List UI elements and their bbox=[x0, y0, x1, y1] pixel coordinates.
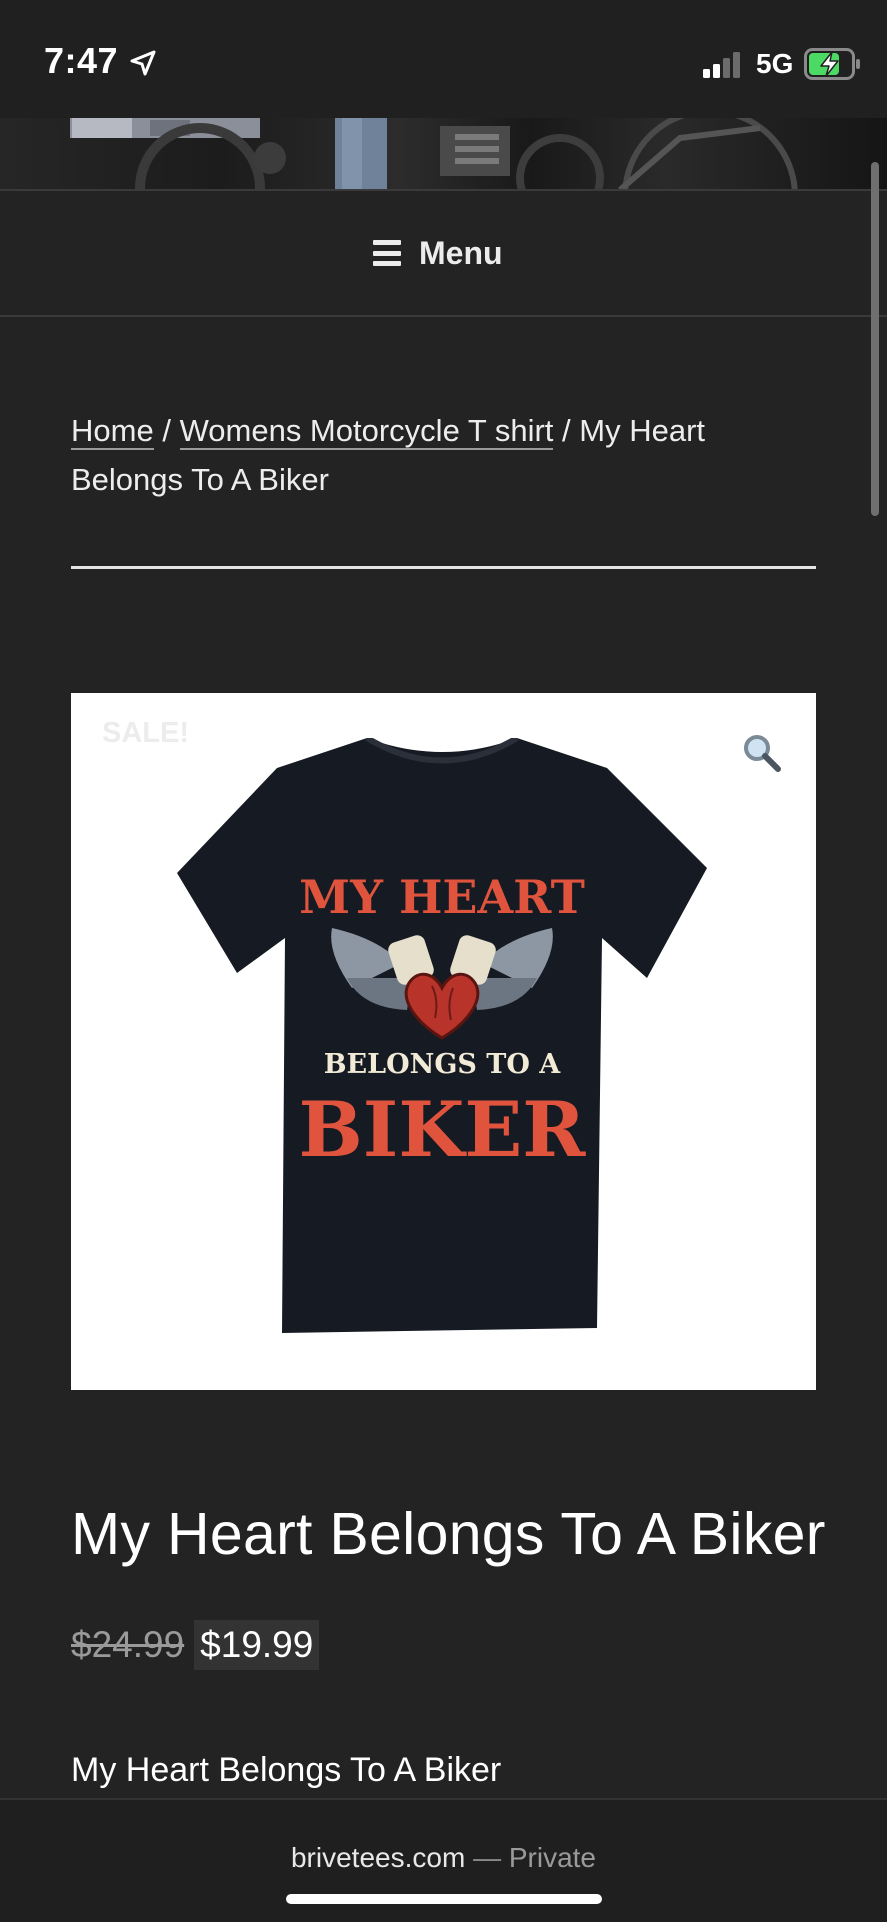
menu-label: Menu bbox=[419, 234, 503, 271]
url-separator: — bbox=[473, 1842, 502, 1873]
motorcycle-photo bbox=[70, 118, 798, 190]
hamburger-icon bbox=[373, 240, 401, 266]
home-indicator[interactable] bbox=[286, 1894, 602, 1904]
menu-button[interactable]: Menu bbox=[373, 233, 503, 273]
shirt-text-line2: BELONGS TO A bbox=[324, 1049, 562, 1080]
breadcrumb-home-link[interactable]: Home bbox=[71, 413, 154, 450]
browser-address-bar[interactable]: brivetees.com — Private bbox=[0, 1798, 887, 1922]
sale-badge: SALE! bbox=[102, 717, 189, 749]
menu-divider bbox=[0, 315, 887, 317]
shirt-text-line3: BIKER bbox=[299, 1085, 587, 1174]
product-image[interactable]: SALE! MY HEART BELONGS TO A BIKER bbox=[71, 693, 816, 1390]
magnifier-icon[interactable] bbox=[742, 733, 782, 773]
url-domain: brivetees.com bbox=[290, 1842, 466, 1873]
breadcrumb-divider bbox=[71, 566, 816, 569]
nav-bar: Menu bbox=[0, 191, 887, 315]
product-description: My Heart Belongs To A Biker bbox=[71, 1751, 502, 1789]
status-bar: 7:47 5G bbox=[0, 0, 887, 118]
network-label: 5G bbox=[756, 48, 794, 79]
private-mode-label: Private bbox=[508, 1842, 596, 1873]
signal-icon bbox=[703, 52, 740, 78]
tshirt-graphic: MY HEART BELONGS TO A BIKER bbox=[177, 738, 707, 1333]
sale-price: $19.99 bbox=[194, 1620, 320, 1670]
product-title: My Heart Belongs To A Biker bbox=[71, 1501, 826, 1567]
breadcrumb-separator: / bbox=[562, 413, 571, 448]
price: $24.99 $19.99 bbox=[71, 1617, 320, 1673]
location-arrow-icon bbox=[130, 50, 156, 76]
shirt-text-line1: MY HEART bbox=[299, 870, 585, 924]
breadcrumb-category-link[interactable]: Womens Motorcycle T shirt bbox=[179, 413, 554, 450]
original-price: $24.99 bbox=[71, 1624, 185, 1665]
url-display[interactable]: brivetees.com — Private bbox=[0, 1842, 887, 1874]
scrollbar-thumb[interactable] bbox=[871, 162, 879, 516]
breadcrumb: Home / Womens Motorcycle T shirt / My He… bbox=[71, 406, 771, 504]
status-time: 7:47 bbox=[44, 40, 119, 81]
header-image bbox=[0, 118, 887, 190]
breadcrumb-separator: / bbox=[162, 413, 171, 448]
battery-charging-icon bbox=[804, 48, 860, 80]
